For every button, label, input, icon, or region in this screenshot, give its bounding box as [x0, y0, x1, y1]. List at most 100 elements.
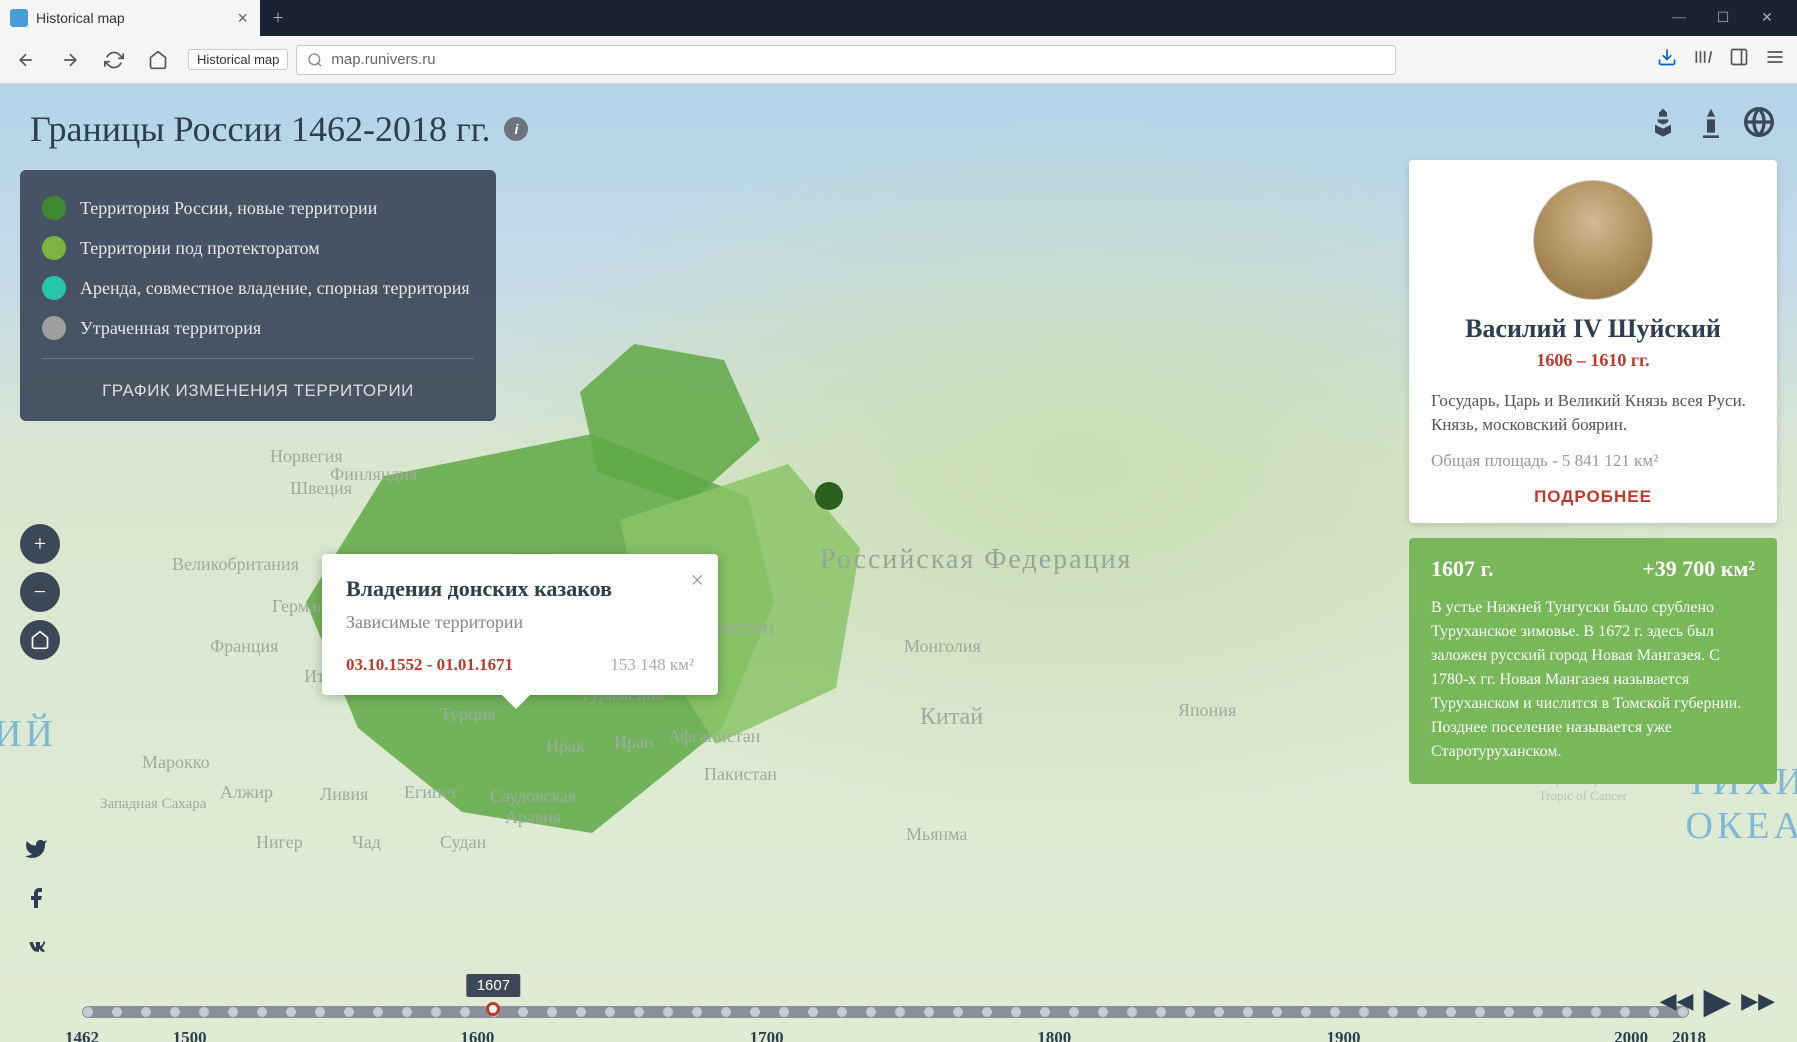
year-event-card: 1607 г. +39 700 км² В устье Нижней Тунгу… [1409, 538, 1777, 784]
timeline-track[interactable] [82, 1006, 1689, 1018]
back-button[interactable] [12, 46, 40, 74]
timeline-tick[interactable] [779, 1007, 789, 1017]
browser-tab[interactable]: Historical map × [0, 0, 260, 36]
info-icon[interactable]: i [504, 117, 528, 141]
timeline-tick[interactable] [663, 1007, 673, 1017]
timeline-tick[interactable] [1243, 1007, 1253, 1017]
legend-label: Аренда, совместное владение, спорная тер… [80, 278, 470, 299]
timeline-tick[interactable] [83, 1007, 93, 1017]
timeline-tick[interactable] [1272, 1007, 1282, 1017]
timeline-tick[interactable] [605, 1007, 615, 1017]
ocean-label-left: ИЙ [0, 712, 57, 756]
globe-icon[interactable] [1743, 106, 1775, 138]
fast-forward-button[interactable]: ▶▶ [1741, 988, 1775, 1014]
rewind-button[interactable]: ◀◀ [1660, 988, 1694, 1014]
timeline-tick[interactable] [199, 1007, 209, 1017]
home-button[interactable] [144, 46, 172, 74]
timeline-tick[interactable] [431, 1007, 441, 1017]
zoom-out-button[interactable]: − [20, 572, 60, 612]
timeline-tick[interactable] [1649, 1007, 1659, 1017]
timeline-tick[interactable] [1069, 1007, 1079, 1017]
timeline-tick[interactable] [808, 1007, 818, 1017]
timeline-tick[interactable] [1475, 1007, 1485, 1017]
timeline-tick[interactable] [634, 1007, 644, 1017]
timeline-tick[interactable] [1533, 1007, 1543, 1017]
timeline-tick[interactable] [518, 1007, 528, 1017]
forward-button[interactable] [56, 46, 84, 74]
timeline-tick[interactable] [1591, 1007, 1601, 1017]
facebook-icon[interactable] [24, 886, 48, 915]
tab-title: Historical map [36, 10, 125, 26]
more-button[interactable]: ПОДРОБНЕЕ [1431, 487, 1755, 507]
territory-chart-button[interactable]: ГРАФИК ИЗМЕНЕНИЯ ТЕРРИТОРИИ [42, 369, 474, 407]
timeline-tick[interactable] [750, 1007, 760, 1017]
timeline-tick[interactable] [1330, 1007, 1340, 1017]
timeline-tick[interactable] [576, 1007, 586, 1017]
menu-icon[interactable] [1765, 47, 1785, 72]
zoom-in-button[interactable]: + [20, 524, 60, 564]
legend-dot-icon [42, 316, 66, 340]
timeline-tick[interactable] [141, 1007, 151, 1017]
country-label: Пакистан [704, 764, 777, 785]
new-tab-button[interactable]: + [260, 0, 296, 36]
timeline-tick[interactable] [547, 1007, 557, 1017]
country-label: Япония [1178, 700, 1236, 721]
timeline-tick[interactable] [1040, 1007, 1050, 1017]
timeline-tick[interactable] [1185, 1007, 1195, 1017]
timeline-tick[interactable] [1098, 1007, 1108, 1017]
timeline-tick[interactable] [924, 1007, 934, 1017]
timeline-tick[interactable] [1127, 1007, 1137, 1017]
tab-close-icon[interactable]: × [237, 8, 248, 29]
timeline-tick[interactable] [315, 1007, 325, 1017]
url-bar[interactable]: map.runivers.ru [296, 45, 1396, 75]
timeline-tick[interactable] [692, 1007, 702, 1017]
vk-icon[interactable] [24, 935, 48, 964]
minimize-icon[interactable]: — [1669, 10, 1689, 27]
timeline-tick[interactable] [1504, 1007, 1514, 1017]
maximize-icon[interactable]: ☐ [1713, 10, 1733, 27]
timeline-tick[interactable] [170, 1007, 180, 1017]
timeline-tick[interactable] [1301, 1007, 1311, 1017]
timeline-tick[interactable] [373, 1007, 383, 1017]
library-icon[interactable] [1693, 47, 1713, 72]
timeline-tick[interactable] [402, 1007, 412, 1017]
country-label: Мьянма [906, 824, 967, 845]
twitter-icon[interactable] [24, 837, 48, 866]
timeline-tick[interactable] [721, 1007, 731, 1017]
timeline-tick[interactable] [1620, 1007, 1630, 1017]
timeline-tick[interactable] [837, 1007, 847, 1017]
timeline-tick[interactable] [1388, 1007, 1398, 1017]
reload-button[interactable] [100, 46, 128, 74]
close-window-icon[interactable]: ✕ [1757, 10, 1777, 27]
timeline-tick[interactable] [286, 1007, 296, 1017]
download-icon[interactable] [1657, 47, 1677, 72]
timeline-tick[interactable] [1156, 1007, 1166, 1017]
timeline-tick[interactable] [344, 1007, 354, 1017]
play-button[interactable]: ▶ [1703, 980, 1731, 1022]
timeline-tick[interactable] [1446, 1007, 1456, 1017]
ruler-icon[interactable] [1647, 106, 1679, 138]
map-viewport[interactable]: ИЙ ТИХИ ОКЕА Российская Федерация Норвег… [0, 84, 1797, 1042]
popup-close-icon[interactable]: × [690, 568, 704, 595]
sidebar-icon[interactable] [1729, 47, 1749, 72]
map-marker[interactable] [815, 482, 843, 510]
timeline-tick[interactable] [1359, 1007, 1369, 1017]
timeline-tick[interactable] [1417, 1007, 1427, 1017]
timeline-tick[interactable] [1214, 1007, 1224, 1017]
timeline-tick[interactable] [895, 1007, 905, 1017]
popup-subtitle: Зависимые территории [346, 612, 694, 633]
url-badge[interactable]: Historical map [188, 49, 288, 70]
timeline-tick[interactable] [228, 1007, 238, 1017]
timeline-tick[interactable] [982, 1007, 992, 1017]
timeline-tick[interactable] [1562, 1007, 1572, 1017]
timeline-tick[interactable] [866, 1007, 876, 1017]
monument-icon[interactable] [1695, 106, 1727, 138]
timeline-tick[interactable] [257, 1007, 267, 1017]
legend-item: Утраченная территория [42, 308, 474, 348]
timeline-tick[interactable] [112, 1007, 122, 1017]
home-extent-button[interactable] [20, 620, 60, 660]
timeline-handle[interactable] [486, 1002, 500, 1016]
timeline-tick[interactable] [460, 1007, 470, 1017]
timeline-tick[interactable] [953, 1007, 963, 1017]
timeline-tick[interactable] [1011, 1007, 1021, 1017]
